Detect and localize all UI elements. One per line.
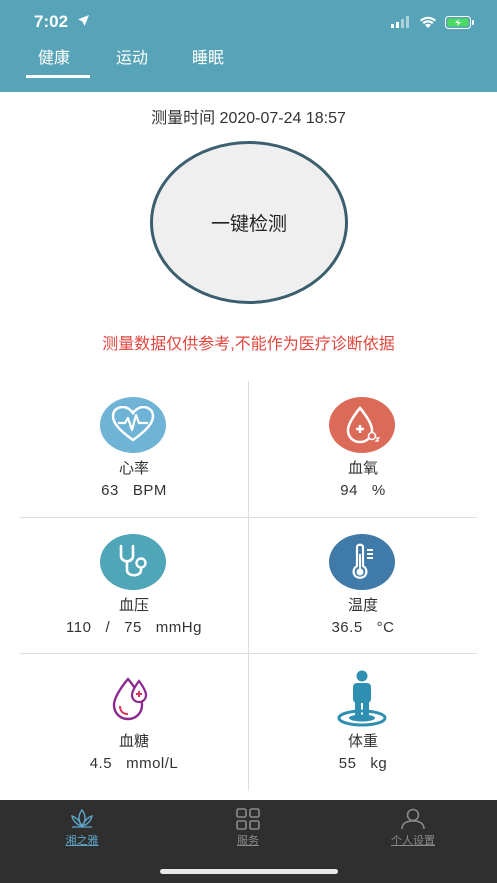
- nav-settings-label: 个人设置: [391, 835, 435, 847]
- tab-health[interactable]: 健康: [38, 44, 70, 68]
- top-header: 7:02 健康 运动 睡眠: [0, 0, 497, 92]
- blood-oxygen-unit: %: [371, 482, 386, 499]
- diastolic-value: 75: [124, 619, 142, 636]
- weight-card[interactable]: 体重 55 kg: [249, 654, 477, 790]
- blood-sugar-unit: mmol/L: [126, 755, 179, 772]
- weight-label: 体重: [347, 733, 378, 750]
- tab-sleep[interactable]: 睡眠: [192, 44, 224, 68]
- blood-pressure-card[interactable]: 血压 110 / 75 mmHg: [20, 518, 248, 654]
- one-key-detect-button[interactable]: 一键检测: [150, 141, 348, 304]
- active-tab-indicator: [26, 75, 90, 78]
- blood-sugar-label: 血糖: [118, 733, 149, 750]
- thermometer-icon: [329, 534, 395, 590]
- temperature-unit: °C: [376, 619, 395, 636]
- temperature-number: 36.5: [331, 619, 363, 636]
- heart-rate-value: 63 BPM: [20, 482, 248, 499]
- location-arrow-icon: [78, 15, 89, 26]
- status-bar: 7:02: [0, 12, 497, 36]
- blood-sugar-icon: [100, 670, 166, 726]
- measurement-time: 测量时间 2020-07-24 18:57: [151, 110, 346, 127]
- blood-sugar-value: 4.5 mmol/L: [20, 755, 248, 772]
- blood-pressure-label: 血压: [118, 597, 149, 614]
- battery-icon: [445, 16, 474, 29]
- blood-oxygen-value: 94%: [249, 482, 477, 499]
- temperature-label: 温度: [347, 597, 378, 614]
- health-metrics-grid: 心率 63 BPM 血氧 94% 血压 110 / 75 mmHg 温度 36.…: [20, 381, 477, 791]
- nav-settings[interactable]: 个人设置: [353, 806, 473, 850]
- blood-oxygen-card[interactable]: 血氧 94%: [249, 381, 477, 517]
- stethoscope-icon: [100, 534, 166, 590]
- blood-oxygen-number: 94: [340, 482, 358, 499]
- heart-rate-number: 63: [101, 482, 119, 499]
- blood-oxygen-label: 血氧: [347, 460, 378, 477]
- home-indicator[interactable]: [160, 869, 338, 874]
- disclaimer-text: 测量数据仅供参考,不能作为医疗诊断依据: [102, 336, 395, 353]
- blood-oxygen-icon: [329, 397, 395, 453]
- heart-rate-card[interactable]: 心率 63 BPM: [20, 381, 248, 517]
- pressure-separator: /: [105, 619, 111, 636]
- temperature-card[interactable]: 温度 36.5 °C: [249, 518, 477, 654]
- heart-rate-label: 心率: [118, 460, 149, 477]
- nav-service-label: 服务: [237, 835, 259, 847]
- systolic-value: 110: [66, 619, 92, 636]
- person-icon: [401, 808, 425, 830]
- blood-sugar-number: 4.5: [89, 755, 113, 772]
- wifi-icon: [420, 16, 436, 28]
- grid-icon: [236, 808, 260, 830]
- weight-unit: kg: [370, 755, 388, 772]
- heart-rate-unit: BPM: [132, 482, 167, 499]
- heart-rate-icon: [100, 397, 166, 453]
- lotus-icon: [71, 808, 93, 828]
- temperature-value: 36.5 °C: [249, 619, 477, 636]
- weight-number: 55: [338, 755, 357, 772]
- blood-pressure-value: 110 / 75 mmHg: [20, 619, 248, 636]
- status-time: 7:02: [34, 12, 69, 31]
- cellular-signal-icon: [391, 16, 409, 28]
- nav-home-label: 湘之雅: [65, 835, 99, 847]
- weight-scale-icon: [329, 670, 395, 727]
- blood-pressure-unit: mmHg: [155, 619, 202, 636]
- weight-value: 55 kg: [249, 755, 477, 772]
- tab-sport[interactable]: 运动: [116, 44, 148, 68]
- detect-button-label: 一键检测: [210, 214, 287, 235]
- nav-service[interactable]: 服务: [188, 806, 308, 850]
- blood-sugar-card[interactable]: 血糖 4.5 mmol/L: [20, 654, 248, 790]
- tab-bar: 健康 运动 睡眠: [0, 44, 497, 84]
- nav-home[interactable]: 湘之雅: [22, 806, 142, 850]
